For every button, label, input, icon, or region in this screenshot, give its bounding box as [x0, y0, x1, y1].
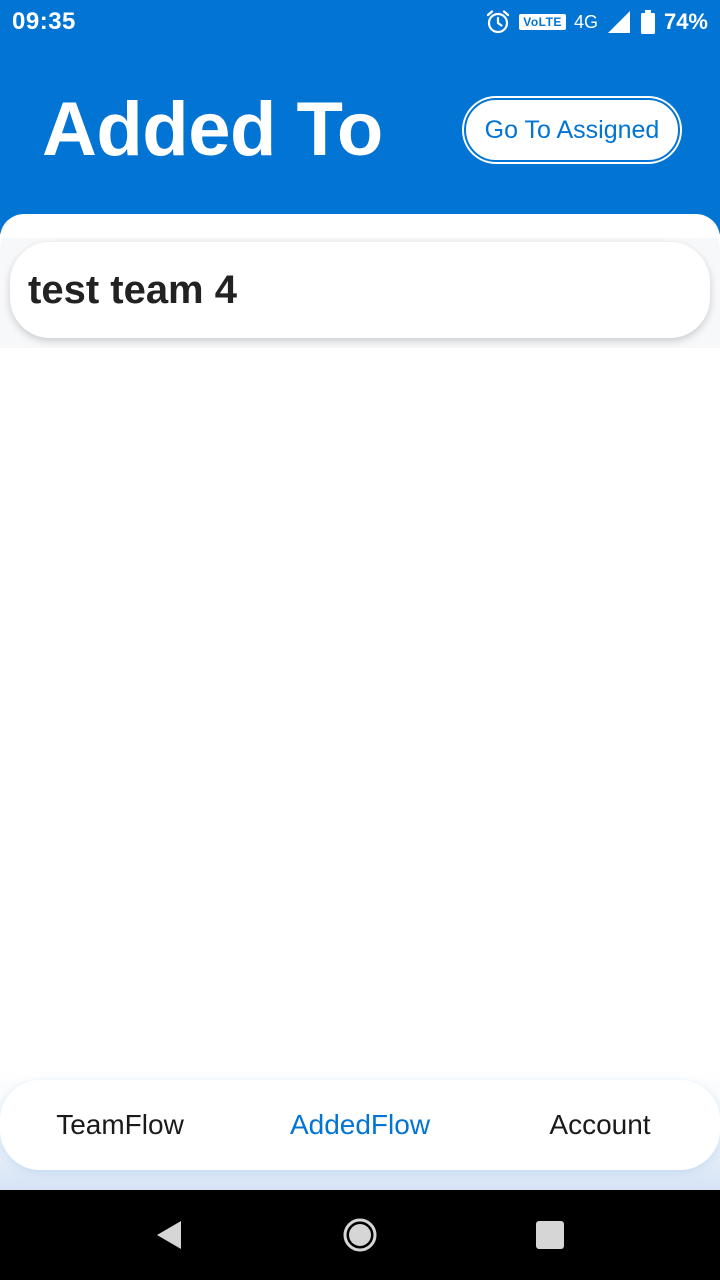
volte-badge: VoLTE [519, 14, 566, 30]
team-name: test team 4 [28, 267, 237, 312]
nav-item-teamflow[interactable]: TeamFlow [0, 1109, 240, 1141]
alarm-icon [485, 9, 511, 35]
status-bar: 09:35 VoLTE 4G 74% [0, 0, 720, 44]
system-nav-bar [0, 1190, 720, 1280]
home-icon[interactable] [335, 1210, 385, 1260]
go-to-assigned-button[interactable]: Go To Assigned [464, 98, 680, 162]
status-icons: VoLTE 4G 74% [485, 9, 708, 35]
battery-percent: 74% [663, 9, 708, 34]
nav-item-account[interactable]: Account [480, 1109, 720, 1141]
team-list-item[interactable]: test team 4 [10, 242, 710, 338]
battery-icon [640, 9, 656, 35]
bottom-nav: TeamFlow AddedFlow Account [0, 1080, 720, 1170]
page-title: Added To [42, 87, 383, 172]
header: Added To Go To Assigned [0, 44, 720, 234]
nav-item-addedflow[interactable]: AddedFlow [240, 1109, 480, 1141]
content-sheet-top [0, 214, 720, 238]
status-time: 09:35 [12, 8, 76, 35]
app-screen: 09:35 VoLTE 4G 74% Added To Go To Assign… [0, 0, 720, 1280]
signal-icon [606, 9, 632, 35]
empty-list-area [0, 348, 720, 1078]
network-type: 4G [573, 11, 598, 32]
back-icon[interactable] [145, 1210, 195, 1260]
recents-icon[interactable] [525, 1210, 575, 1260]
